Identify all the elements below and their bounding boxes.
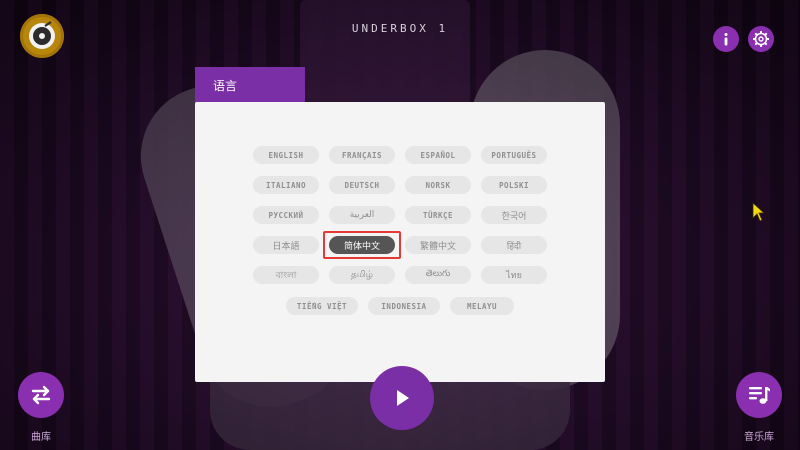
language-option-francais[interactable]: FRANÇAIS	[329, 146, 395, 164]
language-row: ENGLISH FRANÇAIS ESPAÑOL PORTUGUÊS	[195, 146, 605, 164]
language-option-hindi[interactable]: हिंदी	[481, 236, 547, 254]
language-option-polski[interactable]: POLSKI	[481, 176, 547, 194]
music-list-icon	[749, 387, 770, 404]
language-option-thai[interactable]: ไทย	[481, 266, 547, 284]
selection-highlight: 简体中文	[323, 231, 401, 259]
language-option-telugu[interactable]: తెలుగు	[405, 266, 471, 284]
info-icon	[724, 33, 728, 46]
language-option-english[interactable]: ENGLISH	[253, 146, 319, 164]
app-title: UNDERBOX 1	[351, 22, 449, 35]
language-option-deutsch[interactable]: DEUTSCH	[329, 176, 395, 194]
info-button[interactable]	[713, 26, 739, 52]
language-option-indonesia[interactable]: INDONESIA	[368, 297, 440, 315]
language-option-vietnamese[interactable]: TIẾNG VIỆT	[286, 297, 358, 315]
mouse-pointer-icon	[752, 202, 766, 222]
language-option-espanol[interactable]: ESPAÑOL	[405, 146, 471, 164]
language-option-melayu[interactable]: MELAYU	[450, 297, 514, 315]
play-button[interactable]	[370, 366, 434, 430]
language-option-turkce[interactable]: TÜRKÇE	[405, 206, 471, 224]
tab-language[interactable]: 语言	[195, 67, 305, 103]
language-option-portugues[interactable]: PORTUGUÊS	[481, 146, 547, 164]
language-panel: ENGLISH FRANÇAIS ESPAÑOL PORTUGUÊS ITALI…	[195, 102, 605, 382]
swap-arrows-icon	[31, 385, 51, 405]
language-row: 日本語 简体中文 繁體中文 हिंदी	[195, 231, 605, 259]
music-library-label: 音乐库	[744, 432, 774, 443]
settings-button[interactable]	[748, 26, 774, 52]
language-row: বাংলা தமிழ் తెలుగు ไทย	[195, 266, 605, 284]
language-option-italiano[interactable]: ITALIANO	[253, 176, 319, 194]
language-row: TIẾNG VIỆT INDONESIA MELAYU	[195, 297, 605, 315]
language-row: РУССКИЙ العربية TÜRKÇE 한국어	[195, 206, 605, 224]
record-disc-icon[interactable]	[20, 14, 64, 58]
language-option-norsk[interactable]: NORSK	[405, 176, 471, 194]
language-option-russian[interactable]: РУССКИЙ	[253, 206, 319, 224]
language-option-traditional-chinese[interactable]: 繁體中文	[405, 236, 471, 254]
language-option-korean[interactable]: 한국어	[481, 206, 547, 224]
language-option-bengali[interactable]: বাংলা	[253, 266, 319, 284]
language-option-japanese[interactable]: 日本語	[253, 236, 319, 254]
music-library-button[interactable]	[736, 372, 782, 418]
swap-button[interactable]	[18, 372, 64, 418]
play-icon	[397, 390, 409, 406]
language-row: ITALIANO DEUTSCH NORSK POLSKI	[195, 176, 605, 194]
language-option-arabic[interactable]: العربية	[329, 206, 395, 224]
swap-label: 曲库	[31, 432, 51, 443]
gear-icon	[753, 31, 769, 47]
language-option-simplified-chinese[interactable]: 简体中文	[329, 236, 395, 254]
language-option-tamil[interactable]: தமிழ்	[329, 266, 395, 284]
